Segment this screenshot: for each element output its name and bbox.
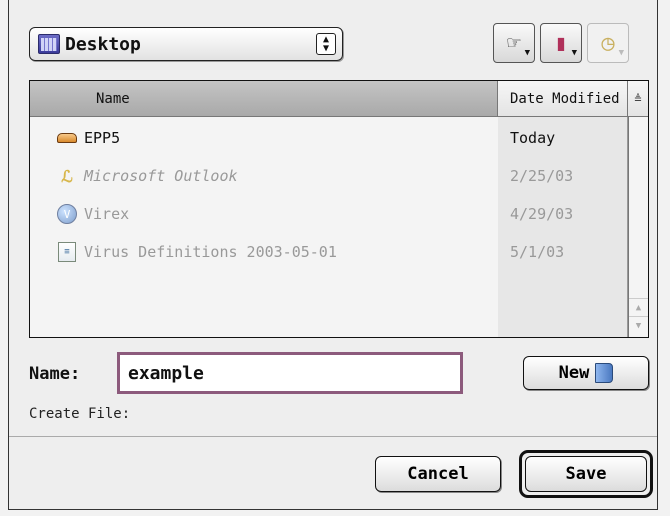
date-column-header[interactable]: Date Modified — [498, 81, 628, 116]
cancel-button[interactable]: Cancel — [375, 456, 501, 492]
default-button-ring: Save — [519, 450, 653, 498]
divider — [9, 436, 657, 437]
new-folder-label: New — [558, 363, 590, 383]
disk-icon — [56, 127, 78, 149]
scroll-down-icon[interactable]: ▼ — [629, 316, 648, 335]
item-date: 5/1/03 — [510, 243, 565, 261]
vertical-scrollbar[interactable]: ▲ ▼ — [628, 117, 648, 337]
scroll-up-icon[interactable]: ▲ — [629, 298, 648, 317]
shortcuts-button[interactable]: ☞ ▼ — [493, 23, 535, 63]
list-item[interactable]: ℒ Microsoft Outlook 2/25/03 — [30, 157, 628, 195]
save-button[interactable]: Save — [525, 456, 647, 492]
desktop-icon — [38, 34, 60, 54]
sort-order-icon[interactable]: ≜ — [628, 81, 648, 116]
item-date: Today — [510, 129, 556, 147]
popup-arrows-icon: ▲ ▼ — [316, 33, 336, 55]
location-popup[interactable]: Desktop ▲ ▼ — [29, 27, 343, 61]
new-folder-button[interactable]: New — [523, 356, 649, 390]
list-item[interactable]: V Virex 4/29/03 — [30, 195, 628, 233]
create-file-label: Create File: — [29, 406, 131, 422]
favorites-button[interactable]: ▮ ▼ — [540, 23, 582, 63]
list-item[interactable]: EPP5 Today — [30, 119, 628, 157]
clock-icon: ◷ — [601, 30, 615, 56]
save-dialog: Desktop ▲ ▼ ☞ ▼ ▮ ▼ ◷ ▼ Name Date Modified ≜… — [8, 0, 658, 510]
list-item[interactable]: ≡ Virus Definitions 2003-05-01 5/1/03 — [30, 233, 628, 271]
item-name: Microsoft Outlook — [84, 167, 238, 185]
file-name-input[interactable] — [117, 352, 463, 394]
virex-icon: V — [56, 203, 78, 225]
item-name: Virex — [84, 205, 130, 223]
recent-button[interactable]: ◷ ▼ — [587, 23, 629, 63]
favorites-book-icon: ▮ — [554, 30, 568, 56]
location-label: Desktop — [65, 33, 141, 55]
list-header: Name Date Modified ≜ — [30, 81, 648, 117]
item-name: Virus Definitions 2003-05-01 — [84, 243, 337, 261]
name-column-header[interactable]: Name — [30, 81, 498, 116]
file-list: Name Date Modified ≜ EPP5 Today ℒ Micros… — [29, 80, 649, 338]
item-date: 4/29/03 — [510, 205, 574, 223]
document-icon: ≡ — [56, 241, 78, 263]
outlook-alias-icon: ℒ — [61, 166, 73, 186]
pointing-hand-icon: ☞ — [507, 30, 521, 56]
new-folder-icon — [595, 363, 614, 383]
item-name: EPP5 — [84, 129, 121, 147]
name-label: Name: — [29, 364, 81, 384]
item-date: 2/25/03 — [510, 167, 574, 185]
